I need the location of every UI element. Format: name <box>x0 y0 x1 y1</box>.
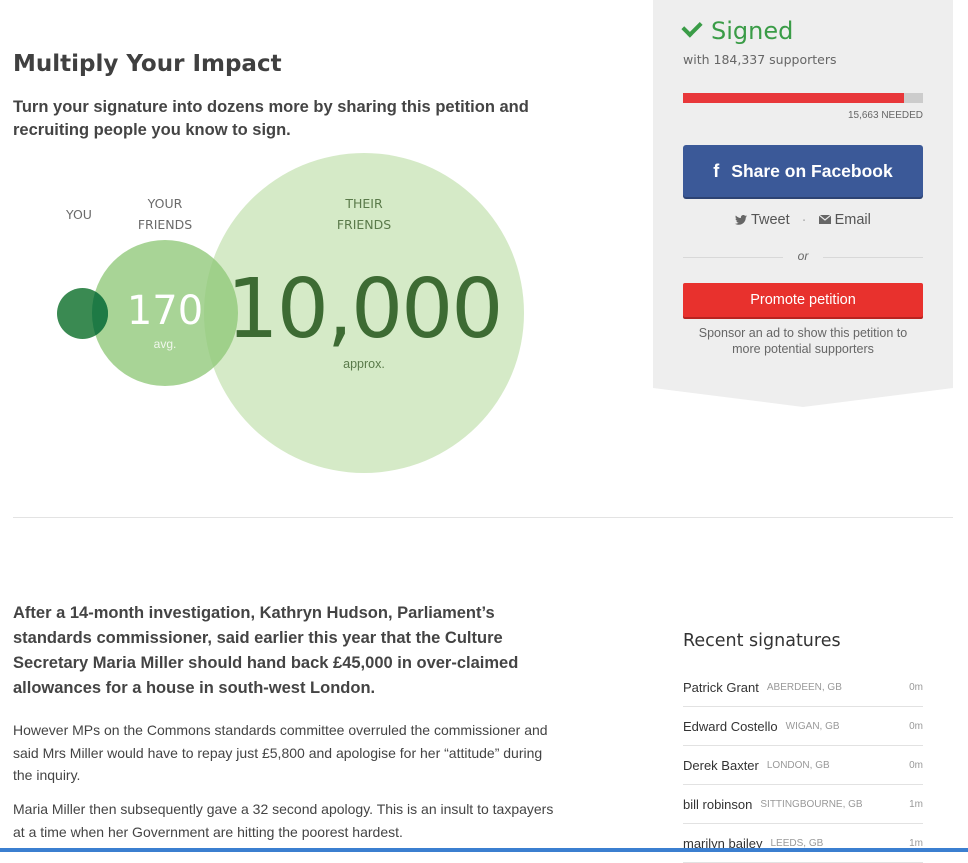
article-paragraph-2: Maria Miller then subsequently gave a 32… <box>13 801 554 840</box>
facebook-icon: f <box>713 160 720 181</box>
signer-location: ABERDEEN, GB <box>766 681 842 693</box>
signature-time: 1m <box>909 837 923 849</box>
signed-label: Signed <box>711 17 794 45</box>
impact-title: Multiply Your Impact <box>13 51 282 77</box>
signature-time: 0m <box>909 759 923 771</box>
signer-location: LEEDS, GB <box>770 837 824 849</box>
you-label: YOU <box>66 207 92 222</box>
their-friends-count: 10,000 <box>226 262 504 357</box>
share-on-facebook-button[interactable]: f Share on Facebook <box>683 145 923 197</box>
signer-name: Derek Baxter <box>683 757 759 773</box>
article-paragraph-1: However MPs on the Commons standards com… <box>13 722 548 783</box>
your-friends-label: YOUR FRIENDS <box>125 193 205 235</box>
email-icon <box>818 214 831 224</box>
signature-row: marilyn bailey LEEDS, GB 1m <box>683 824 923 863</box>
signature-row: Edward Costello WIGAN, GB 0m <box>683 707 923 746</box>
share-separator: · <box>801 212 807 228</box>
their-friends-label: THEIR FRIENDS <box>324 193 404 235</box>
signatures-needed: 15,663 NEEDED <box>847 110 923 121</box>
your-friends-label-line2: FRIENDS <box>137 217 193 232</box>
promote-petition-button[interactable]: Promote petition <box>683 283 923 317</box>
their-friends-label-line2: FRIENDS <box>336 217 392 232</box>
signed-status: Signed <box>681 16 794 45</box>
section-divider <box>13 517 953 518</box>
tweet-label: Tweet <box>750 212 790 228</box>
signer-location: SITTINGBOURNE, GB <box>760 798 863 810</box>
signer-location: LONDON, GB <box>766 759 830 771</box>
signature-row: bill robinson SITTINGBOURNE, GB 1m <box>683 785 923 824</box>
sponsor-text: Sponsor an ad to show this petition to m… <box>698 326 908 356</box>
recent-signatures-list: Patrick Grant ABERDEEN, GB 0m Edward Cos… <box>683 668 923 863</box>
article-lead: After a 14-month investigation, Kathryn … <box>13 604 519 697</box>
signer-name: Patrick Grant <box>683 679 759 695</box>
facebook-button-label: Share on Facebook <box>731 160 893 181</box>
bottom-scroll-edge <box>0 848 968 852</box>
share-links: Tweet · Email <box>683 212 923 228</box>
recent-signatures-title: Recent signatures <box>683 631 841 651</box>
sidebar-arrow <box>653 388 953 407</box>
signature-progress-bar <box>683 93 923 103</box>
check-icon <box>681 16 703 38</box>
their-friends-approx-note: approx. <box>343 357 385 371</box>
progress-fill <box>683 93 904 103</box>
signature-time: 1m <box>909 798 923 810</box>
their-friends-label-line1: THEIR <box>345 196 383 211</box>
signer-name: Edward Costello <box>683 718 778 734</box>
twitter-icon <box>735 215 748 225</box>
signature-row: Derek Baxter LONDON, GB 0m <box>683 746 923 785</box>
signature-time: 0m <box>909 681 923 693</box>
signature-row: Patrick Grant ABERDEEN, GB 0m <box>683 668 923 707</box>
impact-subtitle: Turn your signature into dozens more by … <box>13 98 529 139</box>
signer-name: bill robinson <box>683 796 753 812</box>
supporters-count: with 184,337 supporters <box>683 52 837 67</box>
email-label: Email <box>834 212 871 228</box>
signature-time: 0m <box>909 720 923 732</box>
promote-button-label: Promote petition <box>750 292 856 308</box>
tweet-link[interactable]: Tweet <box>735 212 794 228</box>
email-link[interactable]: Email <box>818 212 871 228</box>
or-label: or <box>783 249 823 263</box>
your-friends-label-line1: YOUR <box>147 196 183 211</box>
signer-location: WIGAN, GB <box>785 720 840 732</box>
